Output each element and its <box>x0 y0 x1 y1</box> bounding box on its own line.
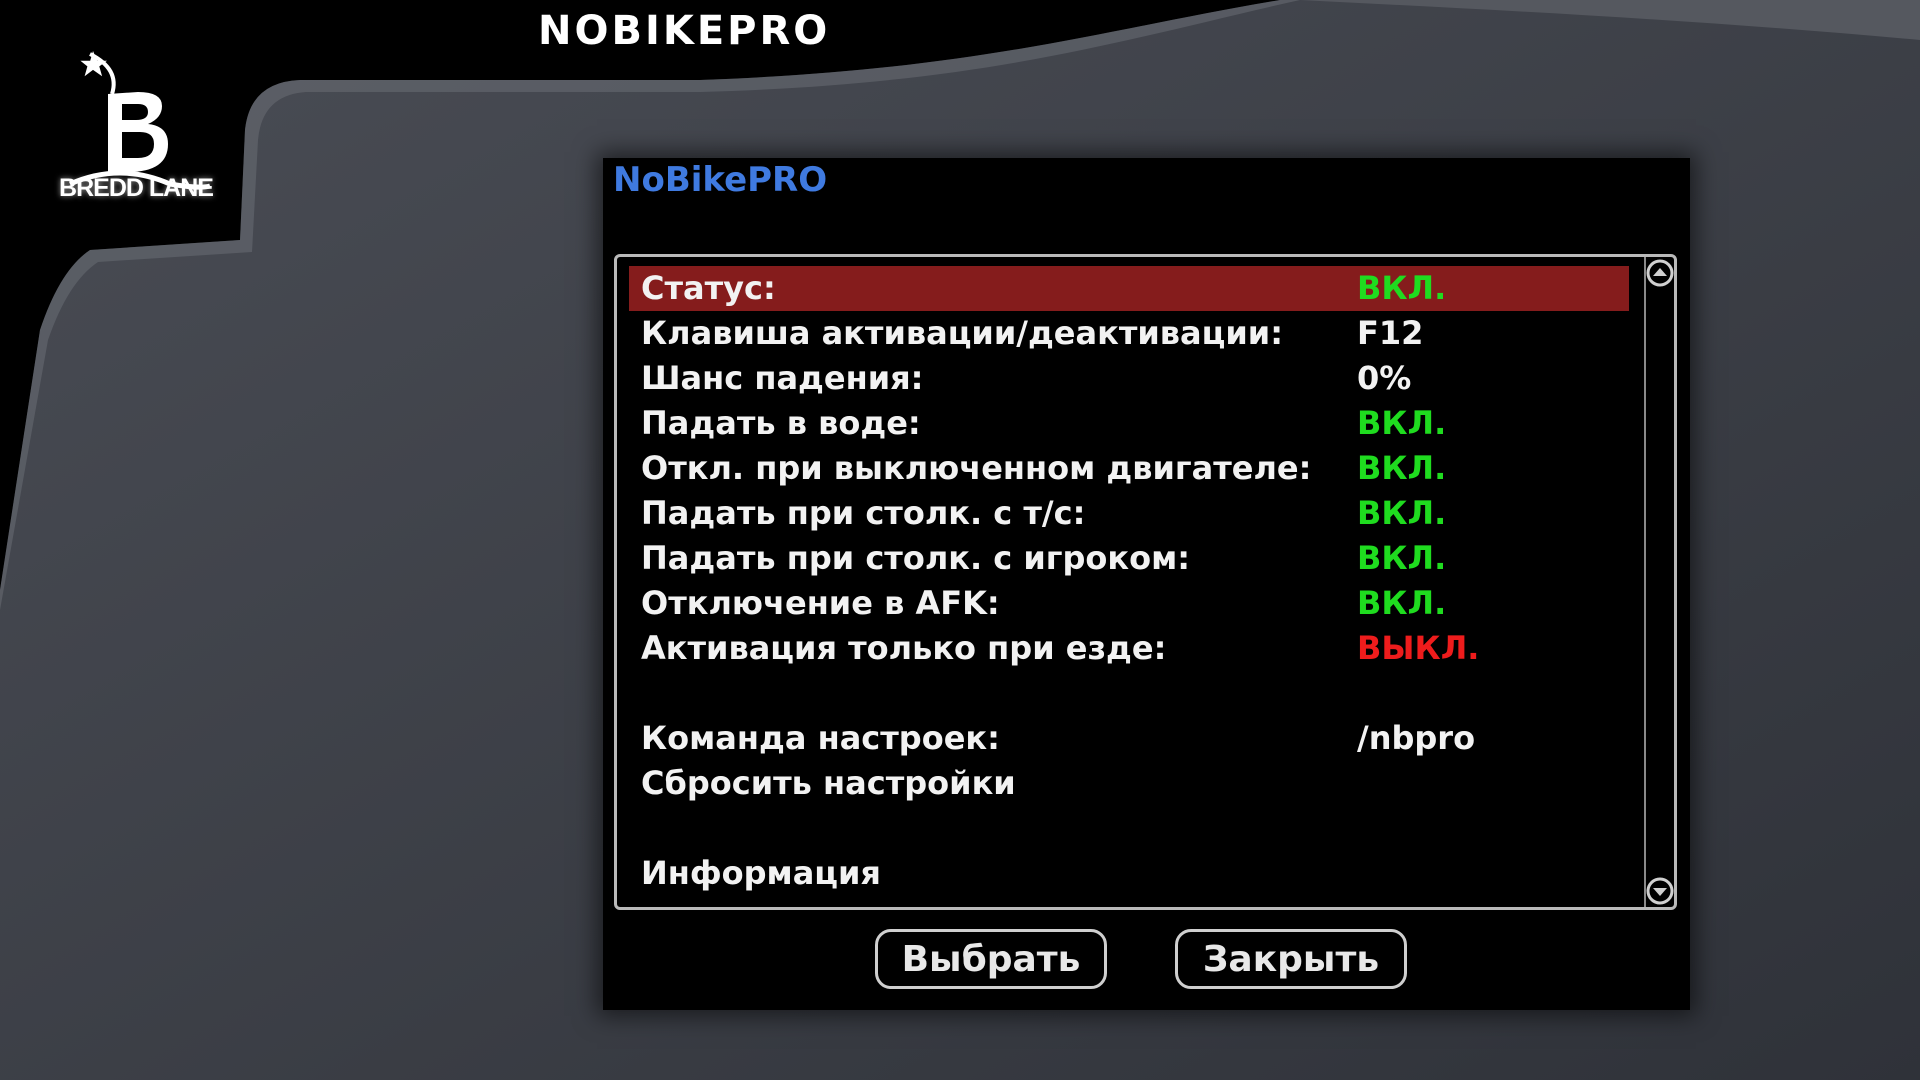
select-button[interactable]: Выбрать <box>875 929 1107 989</box>
scroll-up-arrow-icon[interactable] <box>1646 259 1674 287</box>
list-item-value: 0% <box>1357 359 1412 397</box>
scrollbar[interactable] <box>1644 257 1674 907</box>
list-item-label: Активация только при езде: <box>641 629 1167 667</box>
list-item-label: Сбросить настройки <box>641 764 1016 802</box>
dialog-title: NoBikePRO <box>613 160 828 200</box>
list-item-label: Падать при столк. с т/с: <box>641 494 1086 532</box>
list-item-value: F12 <box>1357 314 1424 352</box>
logo-text: BREDD LANE <box>59 174 214 202</box>
list-item-riding-only[interactable]: Активация только при езде: ВЫКЛ. <box>629 626 1629 671</box>
list-item-value: /nbpro <box>1357 719 1476 757</box>
list-item-fall-chance[interactable]: Шанс падения: 0% <box>629 356 1629 401</box>
close-button[interactable]: Закрыть <box>1175 929 1407 989</box>
list-item-spacer <box>629 806 1629 851</box>
settings-list: Статус: ВКЛ. Клавиша активации/деактивац… <box>614 254 1677 910</box>
list-item-label: Падать при столк. с игроком: <box>641 539 1191 577</box>
settings-list-items: Статус: ВКЛ. Клавиша активации/деактивац… <box>629 266 1629 896</box>
list-item-label: Отключение в AFK: <box>641 584 1000 622</box>
nobikepro-dialog: NoBikePRO Статус: ВКЛ. Клавиша активации… <box>603 158 1690 1010</box>
scroll-down-arrow-icon[interactable] <box>1646 877 1674 905</box>
list-item-afk-disable[interactable]: Отключение в AFK: ВКЛ. <box>629 581 1629 626</box>
list-item-engine-off[interactable]: Откл. при выключенном двигателе: ВКЛ. <box>629 446 1629 491</box>
list-item-label: Команда настроек: <box>641 719 1000 757</box>
list-item-value: ВКЛ. <box>1357 494 1447 532</box>
list-item-value: ВКЛ. <box>1357 584 1447 622</box>
list-item-label: Статус: <box>641 269 776 307</box>
list-item-value: ВКЛ. <box>1357 539 1447 577</box>
list-item-fall-in-water[interactable]: Падать в воде: ВКЛ. <box>629 401 1629 446</box>
page-title: NOBIKEPRO <box>538 8 831 54</box>
list-item-value: ВЫКЛ. <box>1357 629 1480 667</box>
list-item-value: ВКЛ. <box>1357 404 1447 442</box>
list-item-spacer <box>629 671 1629 716</box>
list-item-settings-command[interactable]: Команда настроек: /nbpro <box>629 716 1629 761</box>
list-item-value: ВКЛ. <box>1357 269 1447 307</box>
list-item-information[interactable]: Информация <box>629 851 1629 896</box>
list-item-vehicle-collision[interactable]: Падать при столк. с т/с: ВКЛ. <box>629 491 1629 536</box>
list-item-hotkey[interactable]: Клавиша активации/деактивации: F12 <box>629 311 1629 356</box>
list-item-status[interactable]: Статус: ВКЛ. <box>629 266 1629 311</box>
list-item-label: Информация <box>641 854 881 892</box>
list-item-label: Шанс падения: <box>641 359 924 397</box>
list-item-reset-settings[interactable]: Сбросить настройки <box>629 761 1629 806</box>
list-item-player-collision[interactable]: Падать при столк. с игроком: ВКЛ. <box>629 536 1629 581</box>
list-item-label: Падать в воде: <box>641 404 921 442</box>
list-item-label: Клавиша активации/деактивации: <box>641 314 1283 352</box>
list-item-value: ВКЛ. <box>1357 449 1447 487</box>
list-item-label: Откл. при выключенном двигателе: <box>641 449 1312 487</box>
